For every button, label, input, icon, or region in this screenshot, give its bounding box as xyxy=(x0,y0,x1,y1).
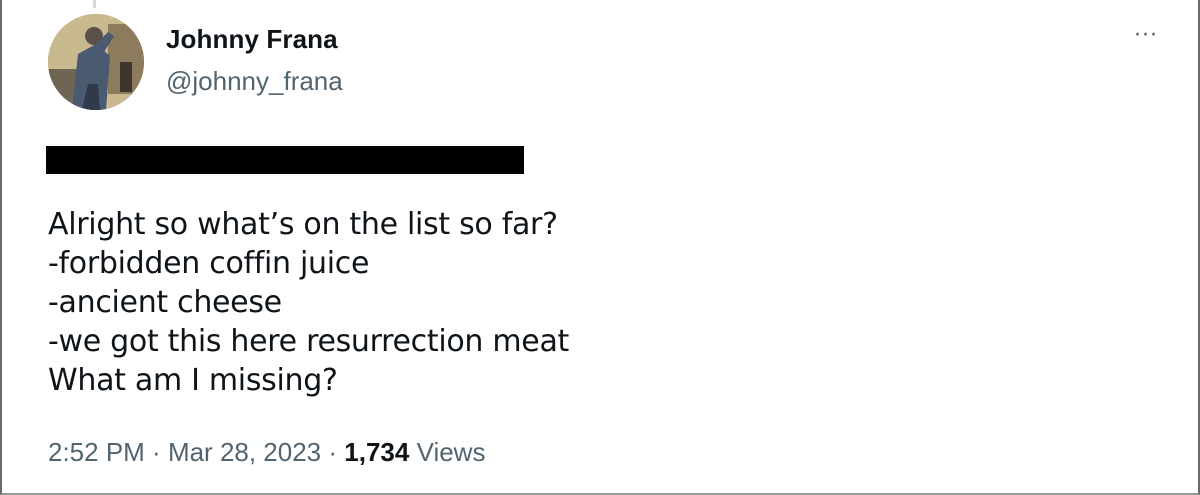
tweet-line: -forbidden coffin juice xyxy=(48,246,370,281)
thread-connector-line xyxy=(93,0,96,8)
tweet-time[interactable]: 2:52 PM xyxy=(48,437,145,467)
tweet-card: Johnny Frana @johnny_frana ··· Alright s… xyxy=(0,0,1200,495)
meta-separator: · xyxy=(321,437,345,467)
tweet-meta: 2:52 PM · Mar 28, 2023 · 1,734 Views xyxy=(48,437,485,468)
avatar-image xyxy=(48,14,144,110)
tweet-line: -ancient cheese xyxy=(48,285,282,320)
tweet-text: Alright so what’s on the list so far? -f… xyxy=(48,205,1148,400)
views-label: Views xyxy=(416,437,486,467)
views-count: 1,734 xyxy=(344,437,410,467)
more-options-icon[interactable]: ··· xyxy=(1134,25,1158,47)
tweet-date[interactable]: Mar 28, 2023 xyxy=(168,437,321,467)
author-handle[interactable]: @johnny_frana xyxy=(166,66,343,97)
avatar[interactable] xyxy=(48,14,144,110)
tweet-line: Alright so what’s on the list so far? xyxy=(48,207,558,242)
meta-separator: · xyxy=(144,437,168,467)
author-name[interactable]: Johnny Frana xyxy=(166,24,338,55)
redaction-bar xyxy=(46,146,524,174)
tweet-line: -we got this here resurrection meat xyxy=(48,324,570,359)
tweet-line: What am I missing? xyxy=(48,363,338,398)
